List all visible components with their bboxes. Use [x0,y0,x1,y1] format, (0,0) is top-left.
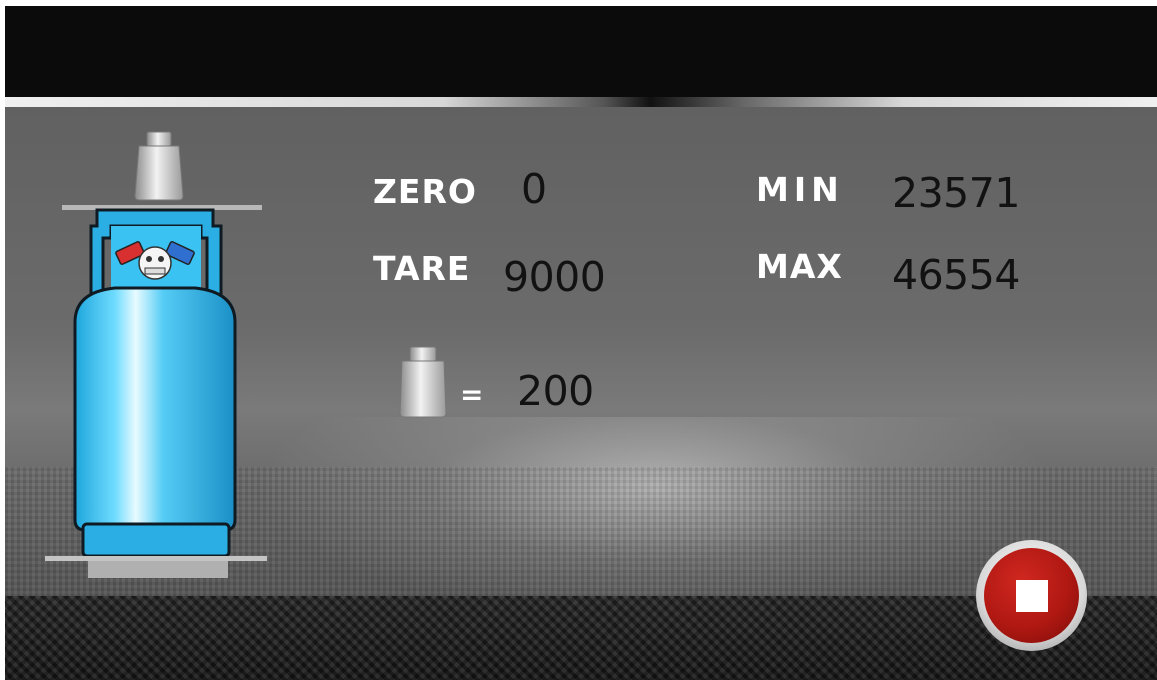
scale-screen: ZERO 0 TARE 9000 MIN 23571 MAX 46554 = 2… [5,6,1157,680]
cylinder-base [81,522,231,558]
cylinder-body [73,286,237,532]
min-value: 23571 [892,169,1020,217]
tare-label: TARE [373,249,471,288]
scale-base [88,561,228,578]
max-value: 46554 [892,251,1020,299]
stop-button-face [984,548,1079,643]
tare-value: 9000 [503,253,606,301]
bottom-platform [45,556,267,561]
gas-cylinder-illustration [45,131,267,578]
max-label: MAX [756,247,843,286]
stop-button[interactable] [976,540,1087,651]
weight-value: 200 [517,367,594,415]
zero-value: 0 [521,165,547,213]
equals-sign: = [460,378,484,411]
top-divider [5,97,1157,107]
main-panel: ZERO 0 TARE 9000 MIN 23571 MAX 46554 = 2… [5,107,1157,596]
weight-icon [399,346,447,418]
top-bar [5,6,1157,97]
min-label: MIN [756,170,844,209]
zero-label: ZERO [373,172,477,211]
weight-icon [134,131,184,201]
stop-icon [1016,580,1048,612]
